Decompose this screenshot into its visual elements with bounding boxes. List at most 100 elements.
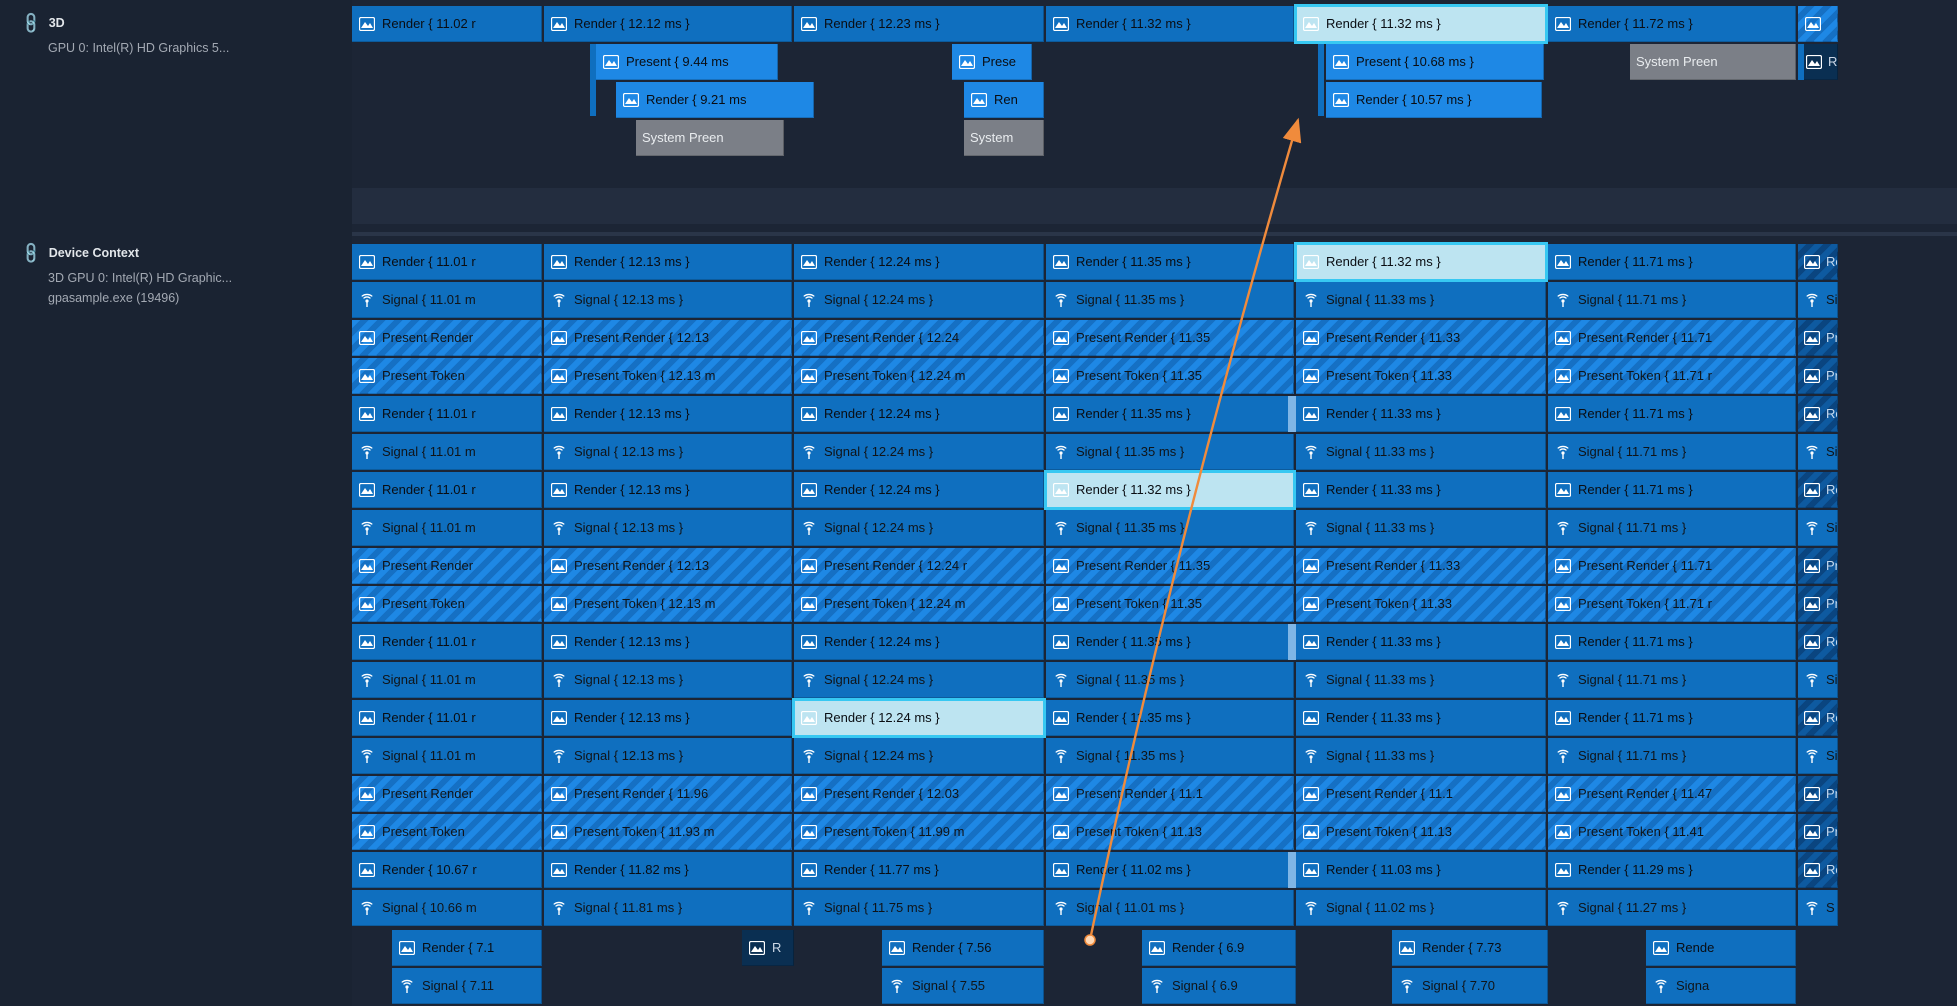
render-event[interactable]: Render { 11.71 ms }	[1548, 700, 1796, 736]
signal-event[interactable]: Signal { 11.01 ms }	[1046, 890, 1294, 926]
signal-event[interactable]: Signal { 12.13 ms }	[544, 510, 792, 546]
render-event[interactable]: Render { 11.32 ms }	[1296, 244, 1546, 280]
hatched-event[interactable]: Present Render	[352, 320, 542, 356]
hatched-event[interactable]	[1798, 6, 1838, 42]
render-event[interactable]: Render { 12.23 ms }	[794, 6, 1044, 42]
hatched-event[interactable]: Present Token { 11.13	[1046, 814, 1294, 850]
render-event[interactable]: Render { 12.24 ms }	[794, 244, 1044, 280]
hatched-dark-event[interactable]: Re	[1798, 244, 1838, 280]
signal-event[interactable]: Signal { 6.9	[1142, 968, 1296, 1004]
signal-event[interactable]: Signal { 11.71 ms }	[1548, 662, 1796, 698]
signal-event[interactable]: Signal { 12.13 ms }	[544, 434, 792, 470]
present-event[interactable]: Present { 10.68 ms }	[1326, 44, 1544, 80]
signal-event[interactable]: Signal { 12.13 ms }	[544, 282, 792, 318]
signal-event[interactable]: Signal { 11.75 ms }	[794, 890, 1044, 926]
signal-event[interactable]: Signal { 12.24 ms }	[794, 510, 1044, 546]
hatched-event[interactable]: Present Render { 11.71	[1548, 320, 1796, 356]
render-event[interactable]: Render { 12.13 ms }	[544, 624, 792, 660]
signal-event[interactable]: Signa	[1646, 968, 1796, 1004]
hatched-event[interactable]: Present Render { 12.24 r	[794, 548, 1044, 584]
hatched-event[interactable]: Present Render { 12.13	[544, 320, 792, 356]
hatched-dark-event[interactable]: Re	[1798, 700, 1838, 736]
signal-event[interactable]: Signal { 12.13 ms }	[544, 738, 792, 774]
render-event[interactable]: Render { 11.72 ms }	[1548, 6, 1796, 42]
hatched-dark-event[interactable]: Pre	[1798, 814, 1838, 850]
signal-event[interactable]: Sig	[1798, 738, 1838, 774]
track-group-3d[interactable]: 🔗 3D	[0, 8, 352, 38]
hatched-event[interactable]: Present Token { 11.13	[1296, 814, 1546, 850]
render-event[interactable]: Render { 7.73	[1392, 930, 1548, 966]
hatched-event[interactable]: Present Render	[352, 548, 542, 584]
signal-event[interactable]: Signal { 11.33 ms }	[1296, 282, 1546, 318]
signal-event[interactable]: Signal { 11.33 ms }	[1296, 662, 1546, 698]
sys-event[interactable]: System	[964, 120, 1044, 156]
hatched-event[interactable]: Present Token { 11.41	[1548, 814, 1796, 850]
render-event[interactable]: Render { 11.71 ms }	[1548, 472, 1796, 508]
hatched-dark-event[interactable]: Re	[1798, 396, 1838, 432]
sys-event[interactable]: System Preen	[1630, 44, 1796, 80]
hatched-event[interactable]: Present Render { 12.13	[544, 548, 792, 584]
render-event[interactable]: Render { 11.01 r	[352, 244, 542, 280]
hatched-event[interactable]: Present Render { 11.1	[1046, 776, 1294, 812]
signal-event[interactable]: Signal { 12.13 ms }	[544, 662, 792, 698]
hatched-event[interactable]: Present Token { 12.24 m	[794, 586, 1044, 622]
render-event[interactable]: Render { 12.24 ms }	[794, 396, 1044, 432]
signal-event[interactable]: Signal { 12.24 ms }	[794, 282, 1044, 318]
track-group-device-context[interactable]: 🔗 Device Context	[0, 238, 352, 268]
hatched-event[interactable]: Present Token { 11.71 r	[1548, 586, 1796, 622]
hatched-event[interactable]: Present Token { 12.13 m	[544, 586, 792, 622]
hatched-event[interactable]: Present Render { 11.1	[1296, 776, 1546, 812]
render-event[interactable]: Render { 11.35 ms }	[1046, 244, 1294, 280]
hatched-event[interactable]: Present Token { 11.33	[1296, 586, 1546, 622]
signal-event[interactable]: Signal { 12.24 ms }	[794, 738, 1044, 774]
signal-event[interactable]: Signal { 11.35 ms }	[1046, 662, 1294, 698]
signal-event[interactable]: Signal { 7.11	[392, 968, 542, 1004]
signal-event[interactable]: Signal { 11.71 ms }	[1548, 282, 1796, 318]
present-event[interactable]: Prese	[952, 44, 1032, 80]
signal-event[interactable]: Signal { 11.71 ms }	[1548, 434, 1796, 470]
signal-event[interactable]: Signal { 11.01 m	[352, 434, 542, 470]
hatched-event[interactable]: Present Token	[352, 358, 542, 394]
render-event[interactable]: Render { 11.01 r	[352, 624, 542, 660]
render-event[interactable]: Render { 11.33 ms }	[1296, 700, 1546, 736]
present-event[interactable]: Ren	[964, 82, 1044, 118]
hatched-event[interactable]: Present Token { 12.13 m	[544, 358, 792, 394]
render-event[interactable]: Render { 11.01 r	[352, 472, 542, 508]
hatched-event[interactable]: Present Render { 11.33	[1296, 548, 1546, 584]
signal-event[interactable]: Signal { 11.27 ms }	[1548, 890, 1796, 926]
render-event[interactable]: Render { 12.13 ms }	[544, 472, 792, 508]
hatched-event[interactable]: Present Token	[352, 586, 542, 622]
signal-event[interactable]: Signal { 11.02 ms }	[1296, 890, 1546, 926]
signal-event[interactable]: Signal { 11.33 ms }	[1296, 738, 1546, 774]
signal-event[interactable]: Signal { 11.35 ms }	[1046, 434, 1294, 470]
hatched-dark-event[interactable]: Pre	[1798, 320, 1838, 356]
hatched-dark-event[interactable]: Pre	[1798, 548, 1838, 584]
present-event[interactable]: Render { 10.57 ms }	[1326, 82, 1542, 118]
signal-event[interactable]: Signal { 11.01 m	[352, 738, 542, 774]
signal-event[interactable]: Signal { 10.66 m	[352, 890, 542, 926]
hatched-dark-event[interactable]: Pre	[1798, 586, 1838, 622]
render-event[interactable]: Render { 11.01 r	[352, 396, 542, 432]
render-event[interactable]: Render { 11.77 ms }	[794, 852, 1044, 888]
hatched-event[interactable]: Present Token	[352, 814, 542, 850]
render-event[interactable]: Render { 12.24 ms }	[794, 624, 1044, 660]
hatched-event[interactable]: Present Token { 11.71 r	[1548, 358, 1796, 394]
signal-event[interactable]: Signal { 11.35 ms }	[1046, 738, 1294, 774]
render-event[interactable]: Render { 7.1	[392, 930, 542, 966]
render-event[interactable]: Render { 11.32 ms }	[1046, 6, 1294, 42]
hatched-dark-event[interactable]: Pre	[1798, 358, 1838, 394]
render-event[interactable]: Render { 12.24 ms }	[794, 472, 1044, 508]
dark-event[interactable]: Re	[1800, 44, 1838, 80]
track-gpu0-label[interactable]: GPU 0: Intel(R) HD Graphics 5...	[0, 38, 352, 58]
track-dc-gpu0-label[interactable]: 3D GPU 0: Intel(R) HD Graphic...	[0, 268, 352, 288]
sys-event[interactable]: System Preen	[636, 120, 784, 156]
signal-event[interactable]: Signal { 11.35 ms }	[1046, 282, 1294, 318]
hatched-dark-event[interactable]: Re	[1798, 852, 1838, 888]
render-event[interactable]: Render { 11.33 ms }	[1296, 396, 1546, 432]
signal-event[interactable]: Signal { 11.01 m	[352, 510, 542, 546]
render-event[interactable]: Render { 11.33 ms }	[1296, 624, 1546, 660]
hatched-event[interactable]: Present Render { 12.24	[794, 320, 1044, 356]
hatched-event[interactable]: Present Token { 11.93 m	[544, 814, 792, 850]
hatched-event[interactable]: Present Token { 11.99 m	[794, 814, 1044, 850]
signal-event[interactable]: Signal { 11.33 ms }	[1296, 434, 1546, 470]
